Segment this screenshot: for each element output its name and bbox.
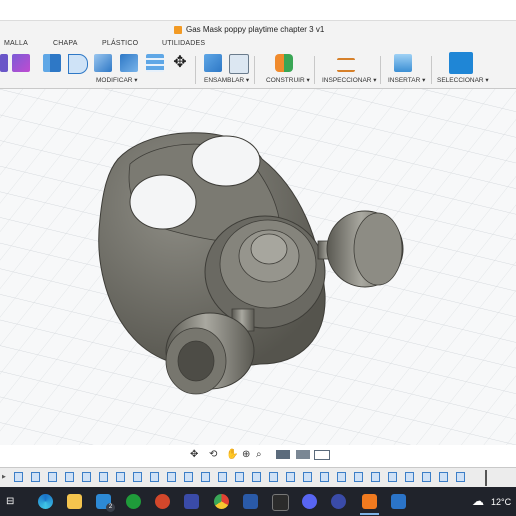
shell-icon[interactable] <box>94 54 112 72</box>
look-at-icon[interactable]: ⟲ <box>209 449 223 461</box>
window-title: Gas Mask poppy playtime chapter 3 v1 <box>174 25 324 34</box>
separator <box>380 56 381 84</box>
grid-and-model <box>0 89 516 445</box>
timeline-feature-icon[interactable] <box>439 472 448 482</box>
temperature-text: 12°C <box>491 497 512 507</box>
timeline-feature-icon[interactable] <box>252 472 261 482</box>
partial-tool-icon[interactable] <box>0 54 8 72</box>
joint-icon[interactable] <box>229 54 249 74</box>
offset-face-icon[interactable] <box>146 54 164 72</box>
canvas-viewport[interactable] <box>0 89 516 445</box>
timeline-feature-icon[interactable] <box>218 472 227 482</box>
timeline-feature-icon[interactable] <box>133 472 142 482</box>
timeline-feature-icon[interactable] <box>371 472 380 482</box>
timeline-feature-icon[interactable] <box>184 472 193 482</box>
file-explorer-icon[interactable] <box>67 494 82 509</box>
move-icon[interactable]: ✥ <box>171 54 189 72</box>
discord-icon[interactable] <box>302 494 317 509</box>
measure-icon[interactable] <box>337 58 355 72</box>
display-settings-icon[interactable] <box>276 450 290 459</box>
timeline-feature-icon[interactable] <box>150 472 159 482</box>
timeline-feature-icon[interactable] <box>235 472 244 482</box>
grid-settings-icon[interactable] <box>296 450 310 459</box>
tab-malla[interactable]: MALLA <box>4 40 28 47</box>
fillet-icon[interactable] <box>68 54 88 74</box>
timeline-start-icon[interactable]: ▶ <box>2 474 6 480</box>
group-insertar[interactable]: INSERTAR ▾ <box>388 76 425 84</box>
task-view-icon[interactable]: ⊟ <box>6 494 18 509</box>
active-app-indicator <box>360 513 379 515</box>
fit-icon[interactable]: ⌕ <box>256 449 270 461</box>
unreal-icon[interactable] <box>331 494 346 509</box>
timeline-feature-icon[interactable] <box>99 472 108 482</box>
word-icon[interactable] <box>243 494 258 509</box>
new-component-icon[interactable] <box>204 54 222 72</box>
timeline-feature-icon[interactable] <box>422 472 431 482</box>
edge-icon[interactable] <box>38 494 53 509</box>
separator <box>254 56 255 84</box>
document-icon <box>174 25 182 34</box>
group-ensamblar[interactable]: ENSAMBLAR ▾ <box>204 76 249 84</box>
group-inspeccionar[interactable]: INSPECCIONAR ▾ <box>322 76 377 84</box>
powerpoint-icon[interactable] <box>155 494 170 509</box>
construct-plane-icon[interactable] <box>275 54 293 72</box>
xbox-icon[interactable] <box>126 494 141 509</box>
timeline-marker[interactable] <box>485 470 487 486</box>
group-modificar[interactable]: MODIFICAR ▾ <box>96 76 138 84</box>
app-icon[interactable] <box>391 494 406 509</box>
chrome-icon[interactable] <box>214 494 229 509</box>
timeline-feature-icon[interactable] <box>337 472 346 482</box>
top-strip <box>0 0 516 20</box>
zoom-icon[interactable]: ⊕ <box>242 449 256 461</box>
group-seleccionar[interactable]: SELECCIONAR ▾ <box>437 76 489 84</box>
combine-icon[interactable] <box>120 54 138 72</box>
viewports-icon[interactable] <box>314 450 330 460</box>
app-icon[interactable] <box>184 494 199 509</box>
window-title-text: Gas Mask poppy playtime chapter 3 v1 <box>186 25 325 34</box>
timeline-feature-icon[interactable] <box>388 472 397 482</box>
timeline-feature-icon[interactable] <box>201 472 210 482</box>
mail-badge: 2 <box>106 503 115 512</box>
timeline-feature-icon[interactable] <box>456 472 465 482</box>
insert-image-icon[interactable] <box>394 54 412 72</box>
weather-icon[interactable]: ☁ <box>472 494 486 509</box>
group-construir[interactable]: CONSTRUIR ▾ <box>266 76 310 84</box>
tab-chapa[interactable]: CHAPA <box>53 40 78 47</box>
timeline-feature-icon[interactable] <box>354 472 363 482</box>
timeline-feature-icon[interactable] <box>14 472 23 482</box>
press-pull-icon[interactable] <box>43 54 61 72</box>
timeline-feature-icon[interactable] <box>320 472 329 482</box>
timeline-feature-icon[interactable] <box>116 472 125 482</box>
separator <box>195 56 196 84</box>
fusion360-icon[interactable] <box>362 494 377 509</box>
epic-games-icon[interactable] <box>272 494 289 511</box>
form-tool-icon[interactable] <box>12 54 30 72</box>
separator <box>431 56 432 84</box>
timeline-feature-icon[interactable] <box>167 472 176 482</box>
timeline-feature-icon[interactable] <box>303 472 312 482</box>
timeline-feature-icon[interactable] <box>65 472 74 482</box>
timeline-feature-icon[interactable] <box>269 472 278 482</box>
pan-icon[interactable]: ✋ <box>226 449 240 461</box>
timeline-feature-icon[interactable] <box>405 472 414 482</box>
tab-plastico[interactable]: PLÁSTICO <box>102 40 138 47</box>
timeline-feature-icon[interactable] <box>82 472 91 482</box>
tab-utilidades[interactable]: UTILIDADES <box>162 40 205 47</box>
timeline-feature-icon[interactable] <box>286 472 295 482</box>
separator <box>314 56 315 84</box>
timeline-feature-icon[interactable] <box>48 472 57 482</box>
orbit-icon[interactable]: ✥ <box>190 449 204 461</box>
select-icon[interactable] <box>449 52 473 74</box>
timeline-feature-icon[interactable] <box>31 472 40 482</box>
